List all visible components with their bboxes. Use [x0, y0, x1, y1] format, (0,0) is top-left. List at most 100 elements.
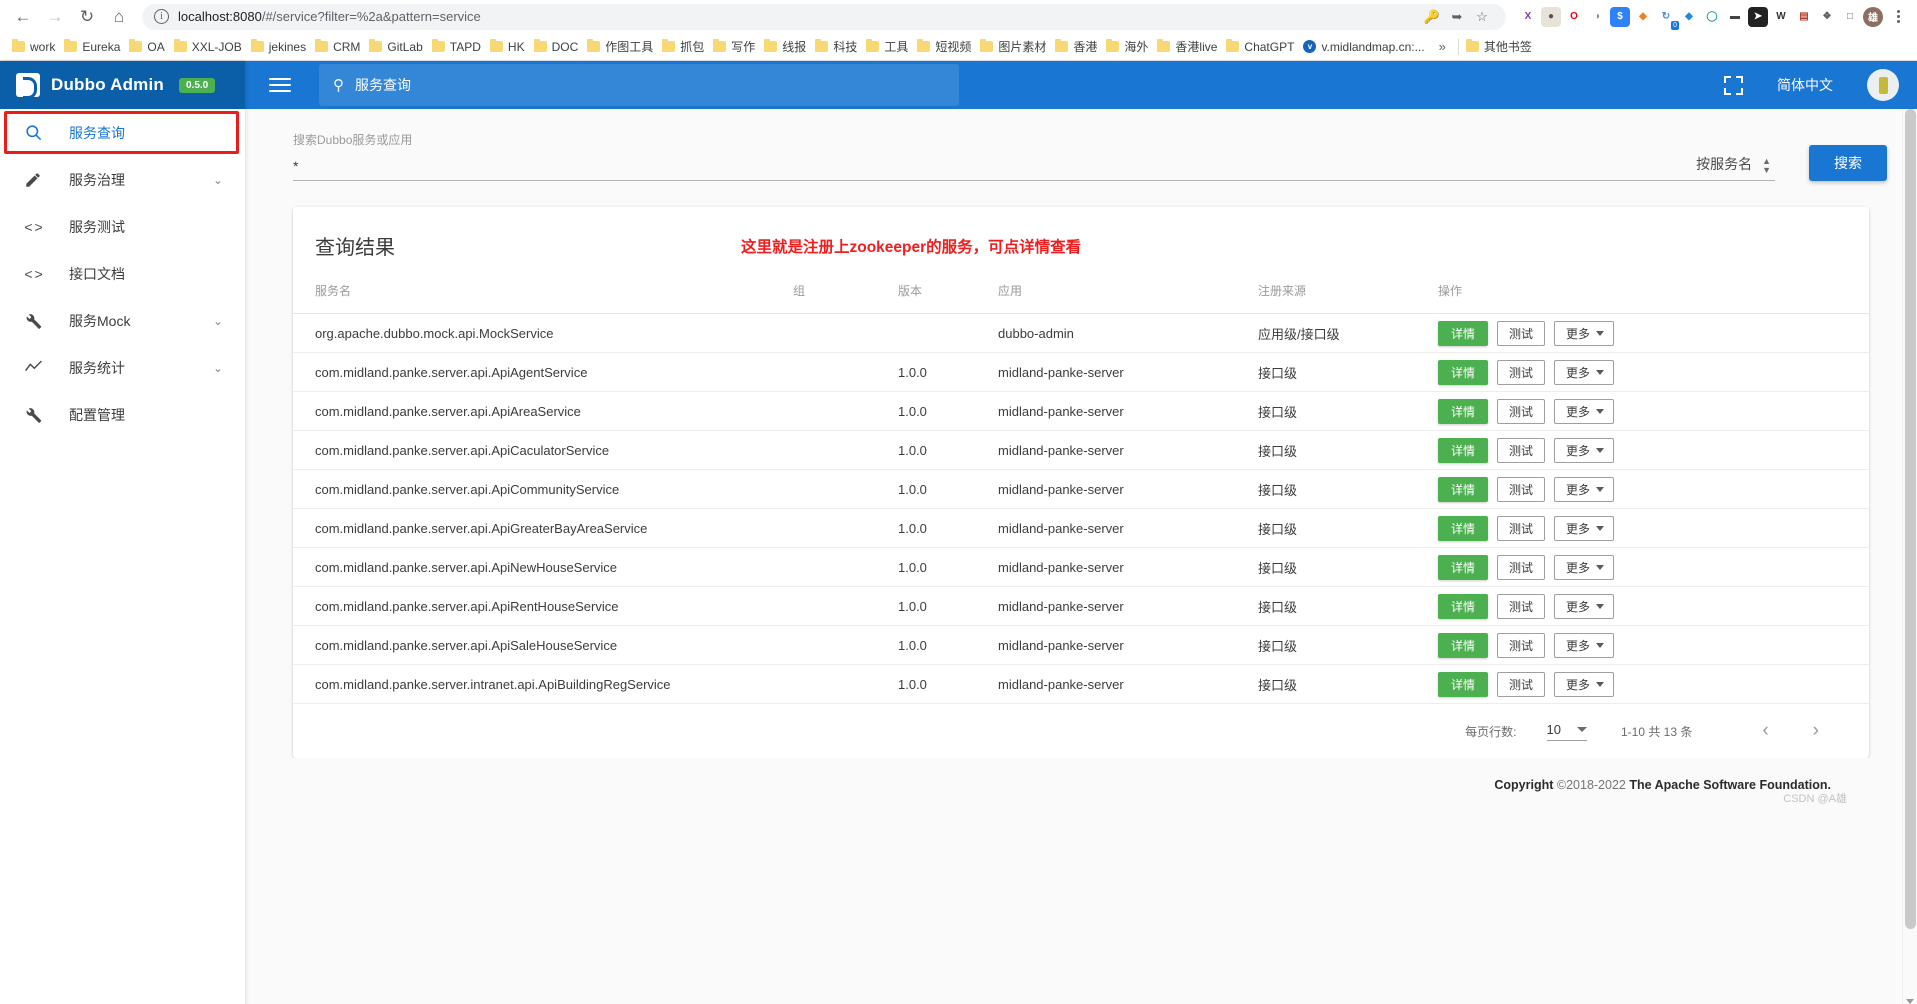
- test-button[interactable]: 测试: [1497, 515, 1546, 541]
- column-header-operations[interactable]: 操作: [1438, 282, 1869, 314]
- more-button[interactable]: 更多: [1554, 593, 1615, 619]
- bookmark-item[interactable]: 作图工具: [584, 36, 659, 57]
- table-row[interactable]: com.midland.panke.server.api.ApiAreaServ…: [293, 391, 1869, 431]
- sidebar-item-1[interactable]: 服务查询: [0, 109, 245, 156]
- table-row[interactable]: com.midland.panke.server.api.ApiCaculato…: [293, 430, 1869, 470]
- search-button[interactable]: 搜索: [1809, 145, 1887, 181]
- detail-button[interactable]: 详情: [1438, 554, 1489, 580]
- column-header-source[interactable]: 注册来源: [1258, 282, 1438, 314]
- bookmark-item[interactable]: 写作: [710, 36, 761, 57]
- key-icon[interactable]: 🔑: [1420, 5, 1444, 29]
- bookmark-item[interactable]: 科技: [812, 36, 863, 57]
- table-row[interactable]: com.midland.panke.server.api.ApiGreaterB…: [293, 508, 1869, 548]
- opera-extension[interactable]: O: [1564, 6, 1584, 27]
- column-header-version[interactable]: 版本: [898, 282, 998, 314]
- bookmark-item[interactable]: 香港: [1052, 36, 1103, 57]
- bookmark-item[interactable]: OA: [126, 38, 170, 56]
- sidebar-item-7[interactable]: 配置管理: [0, 391, 245, 438]
- table-row[interactable]: com.midland.panke.server.api.ApiCommunit…: [293, 469, 1869, 509]
- reload-button[interactable]: ↻: [72, 2, 102, 32]
- test-button[interactable]: 测试: [1497, 320, 1546, 346]
- table-row[interactable]: com.midland.panke.server.intranet.api.Ap…: [293, 664, 1869, 704]
- test-button[interactable]: 测试: [1497, 398, 1546, 424]
- detail-button[interactable]: 详情: [1438, 671, 1489, 697]
- mask-extension[interactable]: ▬: [1725, 6, 1745, 27]
- scrollbar-thumb[interactable]: [1905, 109, 1916, 929]
- bookmark-extension[interactable]: ◑: [1587, 6, 1607, 27]
- bookmark-item[interactable]: TAPD: [429, 38, 487, 56]
- test-button[interactable]: 测试: [1497, 476, 1546, 502]
- sync-extension[interactable]: ↻ 0: [1656, 6, 1679, 30]
- search-input[interactable]: *: [293, 158, 1696, 174]
- site-info-icon[interactable]: i: [154, 9, 169, 24]
- forward-button[interactable]: →: [40, 2, 70, 32]
- prev-page-button[interactable]: ‹: [1740, 720, 1790, 742]
- test-button[interactable]: 测试: [1497, 359, 1546, 385]
- header-search-box[interactable]: ⚲ 服务查询: [319, 64, 959, 106]
- more-button[interactable]: 更多: [1554, 359, 1615, 385]
- bookmark-item[interactable]: 海外: [1103, 36, 1154, 57]
- bookmark-item[interactable]: 工具: [863, 36, 914, 57]
- chevron-down-icon[interactable]: ⌄: [213, 173, 223, 187]
- sidebar-item-4[interactable]: < > 接口文档: [0, 250, 245, 297]
- bookmark-item[interactable]: 香港live: [1154, 36, 1223, 57]
- test-button[interactable]: 测试: [1497, 437, 1546, 463]
- next-page-button[interactable]: ›: [1791, 720, 1841, 742]
- dollar-extension[interactable]: $: [1610, 6, 1630, 27]
- vertical-scrollbar[interactable]: [1902, 109, 1917, 1004]
- fullscreen-icon[interactable]: [1724, 75, 1743, 95]
- sidebar-item-6[interactable]: 服务统计 ⌄: [0, 344, 245, 391]
- more-button[interactable]: 更多: [1554, 515, 1615, 541]
- puzzle-extension[interactable]: ❖: [1817, 6, 1837, 27]
- test-button[interactable]: 测试: [1497, 593, 1546, 619]
- bookmark-item[interactable]: 短视频: [914, 36, 977, 57]
- test-button[interactable]: 测试: [1497, 671, 1546, 697]
- sidebar-item-5[interactable]: 服务Mock ⌄: [0, 297, 245, 344]
- bookmark-item[interactable]: 线报: [761, 36, 812, 57]
- bookmark-item[interactable]: CRM: [312, 38, 366, 56]
- browser-menu-icon[interactable]: [1887, 5, 1909, 29]
- more-button[interactable]: 更多: [1554, 437, 1615, 463]
- chevron-down-icon[interactable]: ⌄: [213, 314, 223, 328]
- column-header-application[interactable]: 应用: [998, 282, 1258, 314]
- bookmark-item[interactable]: ChatGPT: [1223, 38, 1300, 56]
- more-button[interactable]: 更多: [1554, 632, 1615, 658]
- other-bookmarks-folder[interactable]: 其他书签: [1463, 36, 1538, 57]
- bookmark-item[interactable]: Eureka: [61, 38, 126, 56]
- table-row[interactable]: org.apache.dubbo.mock.api.MockService dub…: [293, 313, 1869, 353]
- language-switcher[interactable]: 简体中文: [1777, 75, 1833, 95]
- reader-extension[interactable]: ▤: [1794, 6, 1814, 27]
- panda-extension[interactable]: ●: [1541, 6, 1561, 27]
- detail-button[interactable]: 详情: [1438, 632, 1489, 658]
- rows-per-page-select[interactable]: 10: [1546, 722, 1587, 741]
- detail-button[interactable]: 详情: [1438, 593, 1489, 619]
- sidebar-item-3[interactable]: < > 服务测试: [0, 203, 245, 250]
- detail-button[interactable]: 详情: [1438, 320, 1489, 346]
- detail-button[interactable]: 详情: [1438, 359, 1489, 385]
- menu-toggle-icon[interactable]: [269, 78, 291, 92]
- detail-button[interactable]: 详情: [1438, 476, 1489, 502]
- detail-button[interactable]: 详情: [1438, 398, 1489, 424]
- home-button[interactable]: ⌂: [104, 2, 134, 32]
- test-button[interactable]: 测试: [1497, 554, 1546, 580]
- star-icon[interactable]: ☆: [1470, 5, 1494, 29]
- chat-extension[interactable]: ◯: [1702, 6, 1722, 27]
- table-row[interactable]: com.midland.panke.server.api.ApiAgentSer…: [293, 352, 1869, 392]
- drop-extension[interactable]: ◆: [1679, 6, 1699, 27]
- bookmark-item[interactable]: jekines: [248, 38, 312, 56]
- more-button[interactable]: 更多: [1554, 476, 1615, 502]
- bookmark-item[interactable]: work: [9, 38, 61, 56]
- share-icon[interactable]: ➥: [1445, 5, 1469, 29]
- more-button[interactable]: 更多: [1554, 671, 1615, 697]
- x-extension[interactable]: X: [1518, 6, 1538, 27]
- bookmark-item[interactable]: 图片素材: [977, 36, 1052, 57]
- scroll-down-icon[interactable]: [1906, 999, 1914, 1004]
- bookmarks-overflow-button[interactable]: »: [1431, 39, 1454, 54]
- column-header-group[interactable]: 组: [793, 282, 898, 314]
- flame-extension[interactable]: ◆: [1633, 6, 1653, 27]
- sidebar-item-2[interactable]: 服务治理 ⌄: [0, 156, 245, 203]
- back-button[interactable]: ←: [8, 2, 38, 32]
- more-button[interactable]: 更多: [1554, 554, 1615, 580]
- table-row[interactable]: com.midland.panke.server.api.ApiSaleHous…: [293, 625, 1869, 665]
- chevron-down-icon[interactable]: ⌄: [213, 361, 223, 375]
